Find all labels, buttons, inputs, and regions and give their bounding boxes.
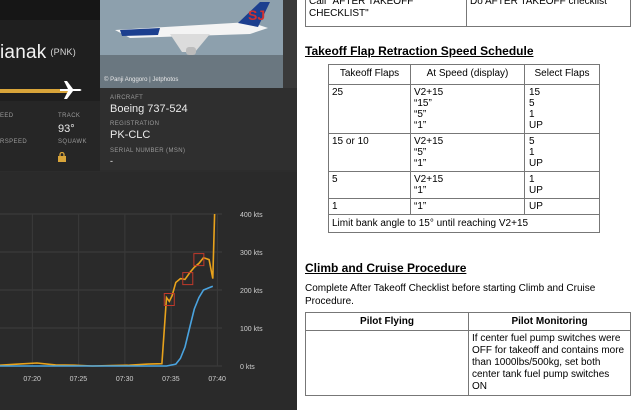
flap-schedule-heading: Takeoff Flap Retraction Speed Schedule [305, 44, 534, 58]
track-label: TRACK [58, 113, 81, 119]
flap-row: 25 V2+15 “15” “5” “1” 15 5 1 UP [328, 84, 600, 134]
pilot-flying-cell [305, 330, 469, 396]
pilot-monitoring-header: Pilot Monitoring [468, 312, 631, 331]
squawk-label: SQUAWK [58, 139, 87, 145]
flap-row: 1 “1” UP [328, 198, 600, 215]
y-tick-label: 400 kts [240, 212, 263, 219]
flap-cell: 1 [328, 198, 411, 215]
procedure-document: Call "AFTER TAKEOFF CHECKLIST" Do AFTER … [300, 0, 640, 410]
flap-header-select: Select Flaps [524, 64, 600, 85]
serial-value: - [110, 156, 113, 166]
svg-text:SJ: SJ [248, 7, 265, 23]
flap-schedule-table: Takeoff Flaps At Speed (display) Select … [328, 64, 600, 233]
y-tick-label: 200 kts [240, 288, 263, 295]
after-takeoff-action: Do AFTER TAKEOFF checklist [466, 0, 631, 27]
pilot-flying-header: Pilot Flying [305, 312, 469, 331]
y-tick-label: 300 kts [240, 250, 263, 257]
climb-text: Complete After Takeoff Checklist before … [305, 283, 596, 307]
x-tick-label: 07:25 [70, 376, 88, 383]
flight-header: ianak (PNK) [0, 0, 100, 101]
flap-row: 15 or 10 V2+15 “5” “1” 5 1 UP [328, 133, 600, 172]
airspeed-label: RSPEED [0, 139, 28, 145]
speed-chart[interactable]: 0 kts 100 kts 200 kts 300 kts 400 kts 07:20 07… [0, 172, 300, 410]
x-tick-label: 07:30 [116, 376, 134, 383]
registration-value: PK-CLC [110, 129, 151, 141]
aircraft-photo[interactable]: SJ [100, 0, 283, 88]
x-tick-label: 07:40 [208, 376, 226, 383]
flap-cell: “1” [410, 198, 525, 215]
x-tick-label: 07:20 [23, 376, 41, 383]
aircraft-value: Boeing 737-524 [110, 103, 188, 115]
flight-tracker-panel: ianak (PNK) SJ © Panji Anggoro | Jetphoto… [0, 0, 300, 410]
flap-cell: 5 1 UP [524, 133, 600, 172]
registration-label: REGISTRATION [110, 121, 160, 127]
header-strip [0, 0, 100, 20]
pilot-duty-table: Pilot Flying Pilot Monitoring If center … [305, 312, 631, 396]
flap-table-body: 25 V2+15 “15” “5” “1” 15 5 1 UP 15 or 10 V2+15 “5” “… [328, 84, 600, 215]
aircraft-info: AIRCRAFT Boeing 737-524 REGISTRATION PK-… [100, 88, 300, 170]
climb-heading: Climb and Cruise Procedure [305, 261, 467, 275]
flap-cell: V2+15 “1” [410, 171, 525, 199]
destination-name: ianak (PNK) [0, 42, 76, 63]
flap-header-speed: At Speed (display) [410, 64, 525, 85]
after-takeoff-table: Call "AFTER TAKEOFF CHECKLIST" Do AFTER … [305, 0, 631, 27]
aircraft-label: AIRCRAFT [110, 95, 144, 101]
flap-cell: V2+15 “5” “1” [410, 133, 525, 172]
flap-cell: 5 [328, 171, 411, 199]
flap-cell: 15 or 10 [328, 133, 411, 172]
flap-row: 5 V2+15 “1” 1 UP [328, 171, 600, 199]
x-tick-label: 07:35 [162, 376, 180, 383]
after-takeoff-call: Call "AFTER TAKEOFF CHECKLIST" [305, 0, 467, 27]
photo-credit: © Panji Anggoro | Jetphotos [104, 77, 179, 83]
flap-cell: 1 UP [524, 171, 600, 199]
track-value: 93° [58, 123, 75, 135]
flap-cell: UP [524, 198, 600, 215]
speed-info-block [0, 101, 100, 171]
pilot-monitoring-cell: If center fuel pump switches were OFF fo… [468, 330, 631, 396]
y-tick-label: 100 kts [240, 326, 263, 333]
flap-cell: 15 5 1 UP [524, 84, 600, 134]
airplane-icon [60, 81, 82, 99]
bank-angle-note: Limit bank angle to 15° until reaching V… [328, 214, 600, 233]
flap-cell: 25 [328, 84, 411, 134]
y-tick-label: 0 kts [240, 364, 255, 371]
speed-chart-svg: 0 kts 100 kts 200 kts 300 kts 400 kts 07:20 07… [0, 212, 263, 383]
flap-header-takeoff: Takeoff Flaps [328, 64, 411, 85]
lock-icon [58, 152, 66, 162]
serial-label: SERIAL NUMBER (MSN) [110, 148, 186, 154]
destination-code: (PNK) [50, 47, 76, 57]
flap-cell: V2+15 “15” “5” “1” [410, 84, 525, 134]
speed-label: EED [0, 113, 14, 119]
